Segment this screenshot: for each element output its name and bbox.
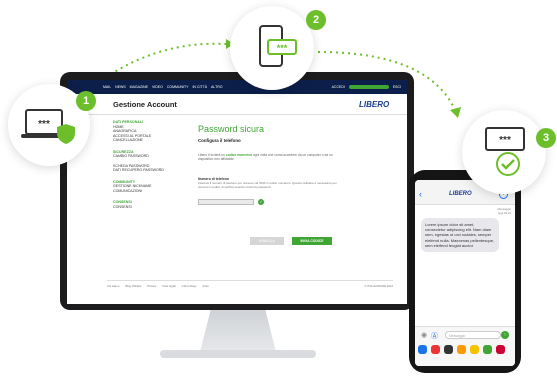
- footer-link-chi-siamo[interactable]: Chi siamo: [107, 284, 119, 288]
- page-title: Gestione Account: [113, 100, 177, 109]
- code-verified-icon: ***: [485, 127, 525, 176]
- footer-link-aiuto[interactable]: Aiuto: [202, 284, 208, 288]
- app-tray: [418, 345, 514, 357]
- step-2-badge: 2: [306, 10, 326, 30]
- nav-magazine[interactable]: MAGAZINE: [130, 85, 148, 89]
- libero-logo[interactable]: LIBERO: [359, 100, 389, 109]
- send-icon[interactable]: ↑: [501, 331, 509, 339]
- footer-copyright: © ITALIAONLINE 2016: [364, 284, 393, 288]
- footer-link-libero-easy[interactable]: Libero Easy: [182, 284, 197, 288]
- check-icon: ✓: [258, 199, 264, 205]
- nav-community[interactable]: COMMUNITY: [167, 85, 189, 89]
- phone-screen: ‹ LIBERO i Messaggiooggi 09:41 Lorem ips…: [415, 180, 515, 366]
- footer: Chi siamo Blog ufficiale Privacy Note le…: [107, 280, 393, 291]
- nav-video[interactable]: VIDEO: [152, 85, 163, 89]
- compose-bar: ◉ Ⓐ Messaggio ↑: [415, 326, 515, 366]
- step2-circle: ***: [230, 6, 314, 90]
- back-icon[interactable]: ‹: [419, 189, 422, 199]
- cancel-button[interactable]: ANNULLA: [250, 237, 284, 245]
- app-icon[interactable]: [483, 345, 492, 354]
- phone-code-icon: ***: [259, 25, 297, 67]
- sidebar-item-consensi[interactable]: CONSENSI: [113, 205, 185, 210]
- monitor-screen: MAIL NEWS MAGAZINE VIDEO COMMUNITY IN CI…: [67, 80, 407, 304]
- footer-link-blog[interactable]: Blog ufficiale: [125, 284, 141, 288]
- nav-esci[interactable]: ESCI: [393, 85, 401, 89]
- phone-number-help: Inserisci il numero di telefono per rice…: [198, 181, 337, 189]
- monitor-stand: [200, 310, 276, 352]
- message-input[interactable]: Messaggio: [445, 331, 501, 339]
- app-icon[interactable]: [457, 345, 466, 354]
- step3-circle: ***: [462, 110, 546, 194]
- nav-progress-bar: [348, 85, 389, 89]
- step-3-badge: 3: [536, 128, 556, 148]
- phone-number-input[interactable]: [198, 199, 254, 205]
- camera-icon[interactable]: ◉: [421, 331, 427, 339]
- nav-mail[interactable]: MAIL: [103, 85, 111, 89]
- footer-link-privacy[interactable]: Privacy: [147, 284, 156, 288]
- app-icon[interactable]: [444, 345, 453, 354]
- main-subtitle: Configura il telefono: [198, 138, 241, 143]
- send-code-button[interactable]: INVIA CODICE: [292, 237, 332, 245]
- mask-text: ***: [38, 119, 50, 130]
- footer-link-note-legali[interactable]: Note legali: [162, 284, 175, 288]
- mask-text: ***: [499, 135, 511, 146]
- app-icon[interactable]: [418, 345, 427, 354]
- message-timestamp: Messaggio oggi 09:41: [497, 207, 511, 215]
- main-title: Password sicura: [198, 124, 265, 134]
- app-icon[interactable]: [496, 345, 505, 354]
- nav-in-citta[interactable]: IN CITTÀ: [192, 85, 207, 89]
- app-store-icon[interactable]: Ⓐ: [431, 331, 438, 341]
- step-1-badge: 1: [76, 91, 96, 111]
- nav-news[interactable]: NEWS: [115, 85, 126, 89]
- nav-altro[interactable]: ALTRO: [211, 85, 222, 89]
- nav-accedi[interactable]: ACCEDI: [332, 85, 345, 89]
- sms-bubble: Lorem ipsum dolor sit amet, consectetur …: [421, 218, 499, 253]
- sidebar: DATI PERSONALI HOME ANAGRAFICA ACCESSI A…: [113, 118, 185, 209]
- intro-text: Libero ti invierà un codice numerico ogn…: [198, 153, 333, 162]
- app-icon[interactable]: [431, 345, 440, 354]
- monitor-base: [160, 350, 316, 358]
- app-icon[interactable]: [470, 345, 479, 354]
- mask-text: ***: [277, 43, 288, 53]
